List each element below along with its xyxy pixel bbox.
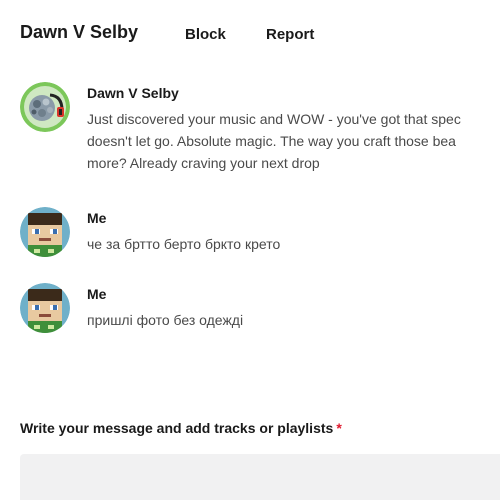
message-input[interactable] <box>20 454 500 500</box>
message-text: че за бртто берто бркто крето <box>87 236 281 252</box>
message-text: Just discovered your music and WOW - you… <box>87 111 461 171</box>
compose-label: Write your message and add tracks or pla… <box>20 420 342 436</box>
user-avatar[interactable] <box>20 82 70 132</box>
compose-label-text: Write your message and add tracks or pla… <box>20 420 334 436</box>
pixel-character-avatar-icon <box>20 283 70 333</box>
message-author[interactable]: Dawn V Selby <box>87 85 500 101</box>
message-text: пришлі фото без одежді <box>87 312 244 328</box>
conversation-title: Dawn V Selby <box>20 22 139 42</box>
report-button[interactable]: Report <box>266 26 314 43</box>
required-marker: * <box>336 420 342 436</box>
message-author[interactable]: Me <box>87 210 500 226</box>
headphones-avatar-icon <box>20 82 70 132</box>
user-avatar[interactable] <box>20 283 70 333</box>
user-avatar[interactable] <box>20 207 70 257</box>
conversation-header: Dawn V Selby Block Report <box>20 22 500 48</box>
message-author[interactable]: Me <box>87 286 500 302</box>
pixel-character-avatar-icon <box>20 207 70 257</box>
block-button[interactable]: Block <box>185 26 226 43</box>
